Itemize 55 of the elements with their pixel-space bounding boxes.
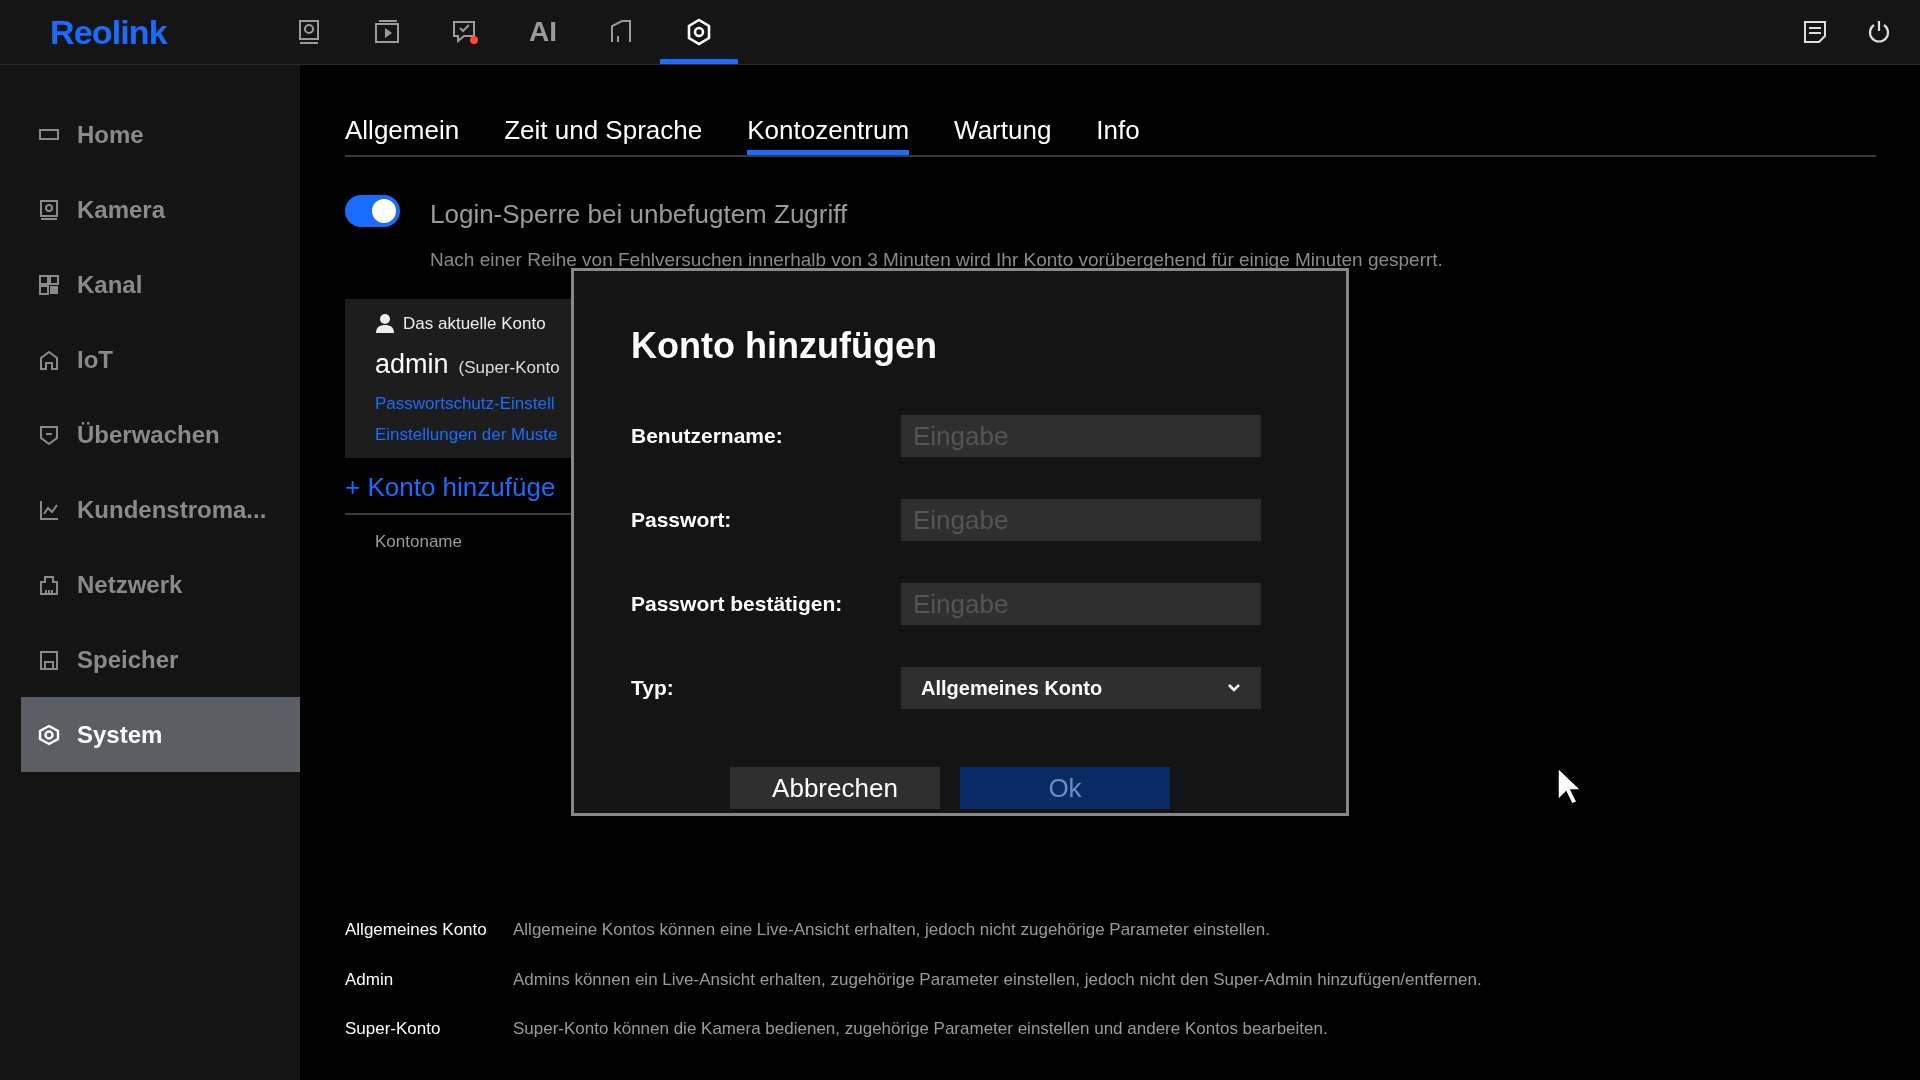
notes-icon[interactable]	[1802, 19, 1828, 45]
camera-icon	[38, 198, 60, 221]
sidebar-item[interactable]: Home	[21, 97, 300, 172]
network-icon	[38, 573, 60, 596]
settings-icon	[685, 18, 713, 46]
tab[interactable]: Zeit und Sprache	[504, 111, 703, 155]
account-type-description: Super-Konto können die Kamera bedienen, zugehörige Parameter einstellen und andere Kontos bearbeiten.	[513, 1018, 1328, 1040]
sidebar-item[interactable]: System	[21, 697, 300, 772]
sidebar-item[interactable]: Überwachen	[21, 397, 300, 472]
sidebar-item[interactable]: Speicher	[21, 622, 300, 697]
user-icon	[375, 313, 395, 334]
field-label: Typ:	[631, 675, 675, 702]
setting-title: Login-Sperre bei unbefugtem Zugriff	[430, 198, 849, 231]
account-type-description: Admins können ein Live-Ansicht erhalten, zugehörige Parameter einstellen, jedoch nicht den Super-Admin hinzufügen/entfernen.	[513, 968, 1482, 991]
tab[interactable]: Allgemein	[345, 111, 460, 155]
tab[interactable]: Kontozentrum	[747, 111, 910, 155]
sidebar-item[interactable]: Kamera	[21, 172, 300, 247]
logo: Reolink	[50, 12, 167, 51]
account-type-name: Admin	[345, 968, 395, 991]
nav-tab[interactable]: AI	[504, 0, 582, 64]
setting-description: Nach einer Reihe von Fehlversuchen innerhalb von 3 Minuten wird Ihr Konto vorübergehend für einige Minuten gesperrt.	[430, 248, 1443, 272]
sidebar-item[interactable]: IoT	[21, 322, 300, 397]
storage-icon	[38, 648, 60, 671]
add-account-link[interactable]: + Konto hinzufüge	[345, 471, 556, 502]
account-name: admin	[375, 348, 449, 381]
account-type-description: Allgemeine Kontos können eine Live-Ansicht erhalten, jedoch nicht zugehörige Parameter einstellen.	[513, 919, 1270, 941]
playback-icon	[373, 18, 401, 46]
mouse-cursor-icon	[1556, 766, 1582, 806]
settings-icon	[38, 723, 60, 746]
shield-icon	[38, 423, 60, 446]
settings-link[interactable]: Einstellungen der Muste	[375, 422, 571, 448]
sidebar-item[interactable]: Netzwerk	[21, 547, 300, 622]
field-label: Benutzername:	[631, 423, 784, 450]
caret-icon	[1227, 683, 1241, 693]
field-label: Passwort:	[631, 507, 733, 534]
account-heading: Das aktuelle Konto	[403, 312, 546, 335]
message-icon	[451, 18, 479, 46]
dropdown[interactable]: Allgemeines Konto	[901, 667, 1261, 709]
grid-icon	[38, 273, 60, 296]
dialog-title: Konto hinzufügen	[631, 324, 938, 368]
column-header: Kontoname	[375, 531, 462, 551]
power-icon[interactable]	[1866, 19, 1892, 45]
sidebar-item[interactable]: Kanal	[21, 247, 300, 322]
house-icon	[38, 348, 60, 371]
settings-link[interactable]: Passwortschutz-Einstell	[375, 390, 571, 416]
account-role: (Super-Konto	[458, 357, 560, 379]
toggle-switch[interactable]	[345, 195, 400, 227]
account-type-name: Super-Konto	[345, 1018, 442, 1040]
account-type-name: Allgemeines Konto	[345, 919, 488, 941]
dialog-button[interactable]: Abbrechen	[730, 767, 940, 809]
sidebar-item[interactable]: Kundenstroma...	[21, 472, 300, 547]
field-label: Passwort bestätigen:	[631, 591, 844, 618]
chart-icon	[38, 498, 60, 521]
tab[interactable]: Info	[1096, 111, 1140, 155]
tab[interactable]: Wartung	[954, 111, 1052, 155]
